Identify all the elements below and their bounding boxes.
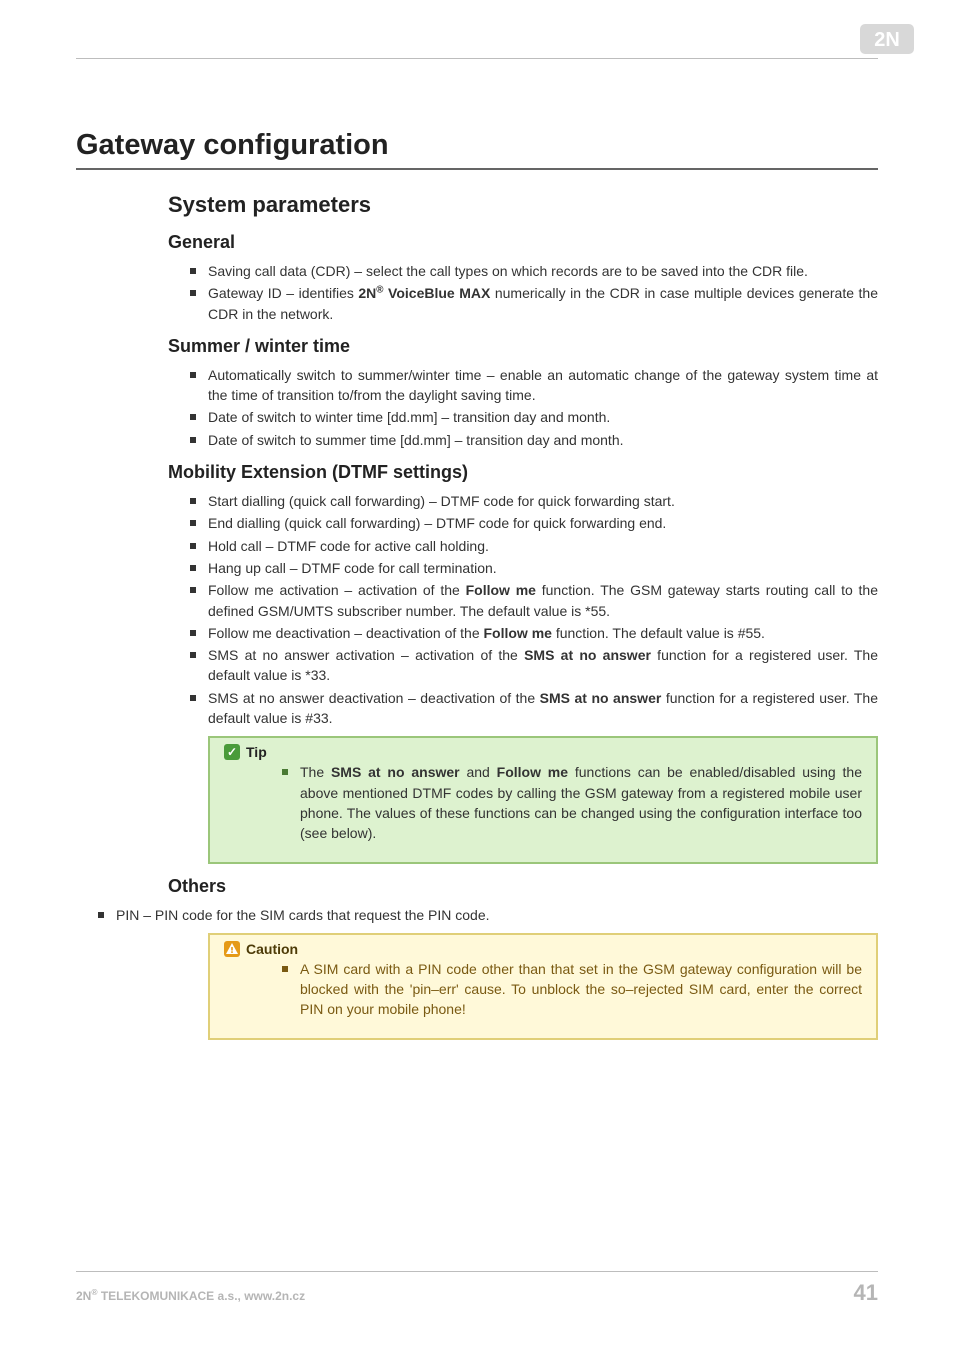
subsection-general: General xyxy=(168,232,878,253)
check-icon: ✓ xyxy=(224,744,240,760)
others-list: PIN – PIN code for the SIM cards that re… xyxy=(116,905,878,925)
page-number: 41 xyxy=(854,1280,878,1306)
list-item: SMS at no answer activation – activation… xyxy=(208,645,878,686)
list-item: Date of switch to summer time [dd.mm] – … xyxy=(208,430,878,450)
tip-callout: ✓ Tip The SMS at no answer and Follow me… xyxy=(208,736,878,863)
section-system-parameters: System parameters xyxy=(168,192,878,218)
list-item: Follow me activation – activation of the… xyxy=(208,580,878,621)
summer-list: Automatically switch to summer/winter ti… xyxy=(208,365,878,450)
list-item: Hold call – DTMF code for active call ho… xyxy=(208,536,878,556)
subsection-others: Others xyxy=(168,876,878,897)
list-item: Gateway ID – identifies 2N® VoiceBlue MA… xyxy=(208,283,878,324)
list-item: Automatically switch to summer/winter ti… xyxy=(208,365,878,406)
list-item: Start dialling (quick call forwarding) –… xyxy=(208,491,878,511)
tip-text: The SMS at no answer and Follow me funct… xyxy=(300,762,862,843)
page-footer: 2N® TELEKOMUNIKACE a.s., www.2n.cz 41 xyxy=(76,1271,878,1306)
list-item: PIN – PIN code for the SIM cards that re… xyxy=(116,905,878,925)
subsection-mobility-extension: Mobility Extension (DTMF settings) xyxy=(168,462,878,483)
footer-rule xyxy=(76,1271,878,1272)
list-item: Date of switch to winter time [dd.mm] – … xyxy=(208,407,878,427)
list-item: Follow me deactivation – deactivation of… xyxy=(208,623,878,643)
page-title: Gateway configuration xyxy=(76,129,878,170)
warning-icon xyxy=(224,941,240,957)
svg-text:2N: 2N xyxy=(874,29,900,51)
caution-text: A SIM card with a PIN code other than th… xyxy=(300,959,862,1020)
tip-title: Tip xyxy=(246,744,267,760)
brand-logo: 2N xyxy=(860,24,914,54)
list-item: SMS at no answer deactivation – deactiva… xyxy=(208,688,878,729)
footer-company: 2N® TELEKOMUNIKACE a.s., www.2n.cz xyxy=(76,1287,305,1303)
mobility-list: Start dialling (quick call forwarding) –… xyxy=(208,491,878,728)
caution-callout: Caution A SIM card with a PIN code other… xyxy=(208,933,878,1040)
list-item: Saving call data (CDR) – select the call… xyxy=(208,261,878,281)
general-list: Saving call data (CDR) – select the call… xyxy=(208,261,878,324)
header-rule xyxy=(76,58,878,59)
caution-title: Caution xyxy=(246,941,298,957)
list-item: Hang up call – DTMF code for call termin… xyxy=(208,558,878,578)
list-item: End dialling (quick call forwarding) – D… xyxy=(208,513,878,533)
subsection-summer-winter: Summer / winter time xyxy=(168,336,878,357)
